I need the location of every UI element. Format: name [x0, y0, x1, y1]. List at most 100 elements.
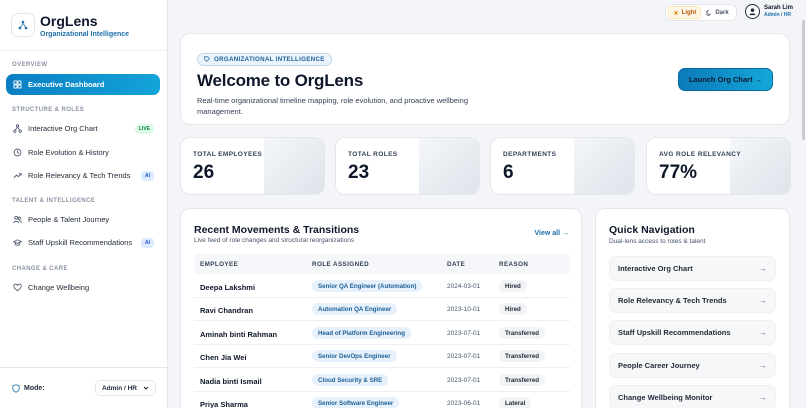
heart-icon	[13, 283, 22, 292]
user-icon	[749, 8, 756, 16]
quick-nav-label: Interactive Org Chart	[618, 264, 693, 273]
section-talent: TALENT & INTELLIGENCE	[12, 198, 96, 204]
moon-icon	[706, 9, 712, 16]
stat-value: 77%	[659, 162, 698, 183]
sidebar-item-label: Change Wellbeing	[28, 283, 90, 292]
stat-label: DEPARTMENTS	[503, 151, 557, 158]
column-header: DATE	[447, 261, 466, 268]
people-icon	[13, 216, 22, 224]
sidebar: OrgLens Organizational Intelligence OVER…	[0, 0, 168, 408]
section-subtitle: Dual-lens access to roles & talent	[609, 238, 706, 245]
role-pill: Head of Platform Engineering	[312, 327, 411, 339]
quick-nav-role-relevancy[interactable]: Role Relevancy & Tech Trends →	[609, 288, 776, 313]
section-overview: OVERVIEW	[12, 62, 48, 68]
sun-icon	[672, 9, 679, 16]
org-chart-icon	[13, 124, 22, 133]
light-theme-button[interactable]: Light	[668, 6, 701, 19]
quick-nav-wellbeing[interactable]: Change Wellbeing Monitor →	[609, 385, 776, 408]
mode-select[interactable]: Admin / HR	[94, 380, 156, 396]
quick-navigation-panel: Quick Navigation Dual-lens access to rol…	[595, 208, 790, 408]
stat-card-departments: DEPARTMENTS 6	[490, 137, 635, 195]
arrow-right-icon: →	[759, 393, 767, 402]
dark-theme-button[interactable]: Dark	[701, 6, 734, 19]
sidebar-item-role-evolution[interactable]: Role Evolution & History	[6, 142, 160, 163]
employee-name: Chen Jia Wei	[200, 353, 247, 362]
scrollbar[interactable]	[802, 20, 805, 140]
date-cell: 2023-10-01	[447, 306, 481, 313]
table-row[interactable]: Ravi Chandran Automation QA Engineer 202…	[194, 298, 570, 321]
hero-tag: ORGANIZATIONAL INTELLIGENCE	[197, 52, 332, 66]
stat-card-employees: TOTAL EMPLOYEES 26	[180, 137, 325, 195]
stat-value: 26	[193, 162, 215, 183]
stat-value: 23	[348, 162, 370, 183]
date-cell: 2023-07-01	[447, 330, 481, 337]
role-pill: Automation QA Engineer	[312, 303, 398, 315]
sidebar-item-change-wellbeing[interactable]: Change Wellbeing	[6, 277, 160, 298]
stat-label: TOTAL EMPLOYEES	[193, 151, 263, 158]
user-role: Admin / HR	[764, 12, 791, 18]
mode-value: Admin / HR	[101, 384, 137, 392]
role-pill: Senior Software Engineer	[312, 397, 400, 408]
mode-label: Mode:	[24, 384, 45, 392]
quick-nav-career-journey[interactable]: People Career Journey →	[609, 353, 776, 378]
reason-pill: Lateral	[499, 397, 532, 408]
section-title: Quick Navigation	[609, 224, 695, 236]
quick-nav-upskill[interactable]: Staff Upskill Recommendations →	[609, 320, 776, 345]
welcome-hero: ORGANIZATIONAL INTELLIGENCE Welcome to O…	[180, 33, 790, 125]
sidebar-item-upskill[interactable]: Staff Upskill Recommendations AI	[6, 232, 160, 253]
column-header: EMPLOYEE	[200, 261, 239, 268]
quick-nav-org-chart[interactable]: Interactive Org Chart →	[609, 256, 776, 281]
role-pill: Senior QA Engineer (Automation)	[312, 280, 423, 292]
user-menu[interactable]: Sarah Lim Admin / HR	[745, 4, 793, 19]
sidebar-item-executive-dashboard[interactable]: Executive Dashboard	[6, 74, 160, 95]
section-change: CHANGE & CARE	[12, 266, 68, 272]
sidebar-item-label: Role Evolution & History	[28, 148, 109, 157]
table-row[interactable]: Priya Sharma Senior Software Engineer 20…	[194, 392, 570, 408]
role-pill: Cloud Security & SRE	[312, 374, 389, 386]
quick-nav-label: Staff Upskill Recommendations	[618, 328, 731, 337]
dark-label: Dark	[715, 9, 729, 16]
ai-badge: AI	[141, 170, 154, 181]
reason-pill: Transferred	[499, 374, 546, 386]
stat-card-roles: TOTAL ROLES 23	[335, 137, 480, 195]
date-cell: 2024-03-01	[447, 283, 481, 290]
section-title: Recent Movements & Transitions	[194, 224, 360, 236]
reason-pill: Transferred	[499, 350, 546, 362]
chevron-down-icon	[143, 386, 149, 390]
brand: OrgLens Organizational Intelligence	[0, 0, 167, 51]
arrow-right-icon: →	[759, 328, 767, 337]
table-row[interactable]: Deepa Lakshmi Senior QA Engineer (Automa…	[194, 275, 570, 298]
sidebar-item-people-journey[interactable]: People & Talent Journey	[6, 209, 160, 230]
sidebar-item-role-relevancy[interactable]: Role Relevancy & Tech Trends AI	[6, 165, 160, 186]
graduation-icon	[13, 239, 22, 246]
table-row[interactable]: Aminah binti Rahman Head of Platform Eng…	[194, 322, 570, 345]
light-label: Light	[681, 9, 697, 16]
recent-movements-panel: Recent Movements & Transitions Live feed…	[180, 208, 582, 408]
logo-icon	[11, 13, 35, 37]
column-header: ROLE ASSIGNED	[312, 261, 370, 268]
avatar	[745, 4, 760, 19]
sidebar-item-label: Executive Dashboard	[28, 80, 105, 89]
ai-badge: AI	[141, 237, 154, 248]
quick-nav-label: People Career Journey	[618, 361, 700, 370]
date-cell: 2023-07-01	[447, 353, 481, 360]
sidebar-item-label: Staff Upskill Recommendations	[28, 238, 133, 247]
sidebar-item-label: People & Talent Journey	[28, 215, 110, 224]
arrow-right-icon: →	[759, 296, 767, 305]
sidebar-item-org-chart[interactable]: Interactive Org Chart LIVE	[6, 118, 160, 139]
quick-nav-label: Change Wellbeing Monitor	[618, 393, 713, 402]
launch-org-chart-button[interactable]: Launch Org Chart →	[678, 68, 773, 91]
view-all-link[interactable]: View all →	[535, 230, 570, 237]
stat-card-relevancy: AVG ROLE RELEVANCY 77%	[646, 137, 791, 195]
hero-description: Real-time organizational timeline mappin…	[197, 96, 468, 116]
sidebar-item-label: Interactive Org Chart	[28, 124, 98, 133]
table-row[interactable]: Nadia binti Ismail Cloud Security & SRE …	[194, 369, 570, 392]
section-structure: STRUCTURE & ROLES	[12, 107, 85, 113]
table-row[interactable]: Chen Jia Wei Senior DevOps Engineer 2023…	[194, 345, 570, 368]
date-cell: 2023-07-01	[447, 377, 481, 384]
shield-icon	[12, 383, 20, 393]
mode-bar: Mode: Admin / HR	[0, 367, 168, 408]
reason-pill: Hired	[499, 280, 527, 292]
section-subtitle: Live feed of role changes and structural…	[194, 237, 355, 244]
history-icon	[13, 148, 22, 157]
